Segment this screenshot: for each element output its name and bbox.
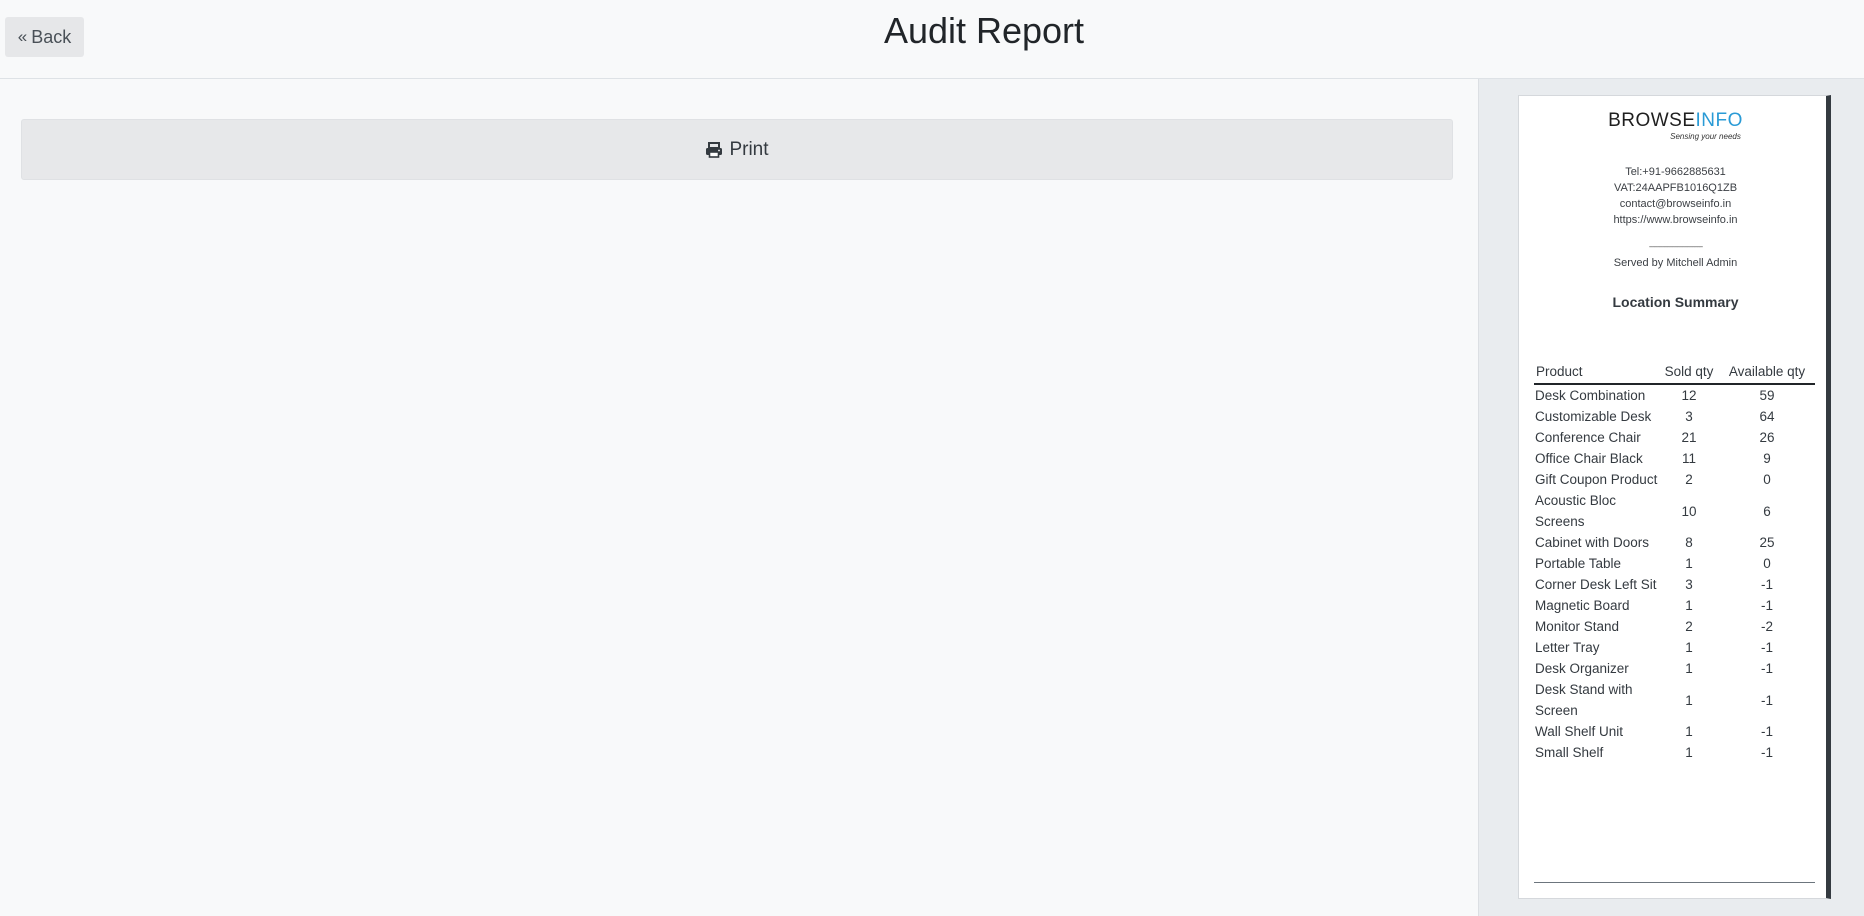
table-header-row: Product Sold qty Available qty	[1534, 358, 1815, 385]
product-name-cell: Desk Organizer	[1535, 661, 1629, 676]
table-body: Desk Combination 12 59 Customizable Desk 3 64…	[1534, 384, 1815, 763]
product-name-cell: Desk Combination	[1535, 388, 1646, 403]
sold-qty-cell: 12	[1681, 388, 1697, 403]
back-button[interactable]: « Back	[5, 17, 84, 57]
product-name-cell: Wall Shelf Unit	[1535, 724, 1624, 739]
product-name-cell: Portable Table	[1535, 556, 1622, 571]
product-name-cell: Gift Coupon Product	[1535, 472, 1658, 487]
product-name-cell: Corner Desk Left Sit	[1535, 577, 1657, 592]
available-qty-cell: -2	[1760, 619, 1773, 634]
table-row: Conference Chair 21 26	[1534, 427, 1815, 448]
sold-qty-cell: 1	[1685, 556, 1693, 571]
company-tel: Tel:+91-9662885631	[1625, 166, 1726, 178]
company-email: contact@browseinfo.in	[1619, 198, 1732, 210]
sold-qty-cell: 1	[1685, 745, 1693, 760]
sold-qty-cell: 1	[1685, 661, 1693, 676]
print-button-label: Print	[729, 138, 769, 160]
location-summary-title: Location Summary	[1612, 294, 1739, 310]
product-name-cell: Monitor Stand	[1535, 619, 1620, 634]
table-row: Small Shelf 1 -1	[1534, 742, 1815, 763]
available-qty-cell: 0	[1763, 556, 1771, 571]
available-qty-cell: -1	[1760, 598, 1773, 613]
table-row: Acoustic Bloc Screens 10 6	[1534, 490, 1815, 532]
table-row: Desk Stand with Screen 1 -1	[1534, 679, 1815, 721]
product-name-cell: Customizable Desk	[1535, 409, 1652, 424]
table-row: Customizable Desk 3 64	[1534, 406, 1815, 427]
sold-qty-cell: 1	[1685, 724, 1693, 739]
sold-qty-cell: 2	[1685, 619, 1693, 634]
table-row: Letter Tray 1 -1	[1534, 637, 1815, 658]
sold-qty-cell: 1	[1685, 598, 1693, 613]
product-name-cell: Cabinet with Doors	[1535, 535, 1650, 550]
table-row: Office Chair Black 11 9	[1534, 448, 1815, 469]
company-contact: Tel:+91-9662885631 VAT:24AAPFB1016Q1ZB c…	[1519, 164, 1832, 228]
sold-qty-cell: 21	[1681, 430, 1697, 445]
double-chevron-left-icon: «	[17, 26, 28, 46]
table-row: Desk Organizer 1 -1	[1534, 658, 1815, 679]
product-name-cell: Desk Stand with Screen	[1535, 682, 1633, 718]
available-qty-cell: -1	[1760, 640, 1773, 655]
product-name-cell: Letter Tray	[1535, 640, 1600, 655]
sold-qty-cell: 10	[1681, 503, 1697, 519]
sold-qty-cell: 3	[1685, 409, 1693, 424]
available-qty-cell: -1	[1760, 692, 1773, 708]
logo-text-info: INFO	[1695, 110, 1743, 131]
available-qty-cell: -1	[1760, 577, 1773, 592]
company-vat: VAT:24AAPFB1016Q1ZB	[1613, 182, 1738, 194]
sold-qty-cell: 8	[1685, 535, 1693, 550]
available-qty-cell: 26	[1759, 430, 1775, 445]
available-qty-cell: -1	[1760, 745, 1773, 760]
column-header-product: Product	[1534, 358, 1659, 385]
sold-qty-cell: 11	[1681, 451, 1696, 466]
table-row: Wall Shelf Unit 1 -1	[1534, 721, 1815, 742]
available-qty-cell: -1	[1760, 724, 1773, 739]
separator: --------------------------------	[1648, 242, 1703, 251]
back-button-label: Back	[31, 26, 72, 47]
table-row: Portable Table 1 0	[1534, 553, 1815, 574]
receipt-preview: BROWSEINFO Sensing your needs Tel:+91-96…	[1518, 95, 1831, 899]
available-qty-cell: -1	[1760, 661, 1773, 676]
served-by: Served by Mitchell Admin	[1613, 257, 1738, 269]
sold-qty-cell: 1	[1685, 640, 1693, 655]
available-qty-cell: 59	[1759, 388, 1775, 403]
bottom-divider	[1534, 882, 1815, 883]
sold-qty-cell: 3	[1685, 577, 1693, 592]
table-row: Monitor Stand 2 -2	[1534, 616, 1815, 637]
table-row: Corner Desk Left Sit 3 -1	[1534, 574, 1815, 595]
company-logo: BROWSEINFO Sensing your needs	[1519, 110, 1832, 142]
logo-tagline: Sensing your needs	[1670, 132, 1741, 141]
available-qty-cell: 6	[1763, 503, 1771, 519]
product-name-cell: Office Chair Black	[1535, 451, 1643, 466]
sold-qty-cell: 2	[1685, 472, 1693, 487]
table-row: Cabinet with Doors 8 25	[1534, 532, 1815, 553]
table-row: Gift Coupon Product 2 0	[1534, 469, 1815, 490]
page-title: Audit Report	[883, 10, 1085, 51]
sold-qty-cell: 1	[1685, 692, 1693, 708]
top-bar: « Back Audit Report	[0, 0, 1864, 79]
product-name-cell: Acoustic Bloc Screens	[1535, 493, 1617, 529]
column-header-sold-qty: Sold qty	[1659, 358, 1719, 385]
company-website: https://www.browseinfo.in	[1613, 214, 1738, 226]
location-summary-table: Product Sold qty Available qty Desk Comb…	[1534, 358, 1815, 763]
available-qty-cell: 9	[1763, 451, 1771, 466]
left-pane: Print	[0, 79, 1478, 916]
printer-icon	[706, 141, 723, 158]
available-qty-cell: 64	[1759, 409, 1775, 424]
product-name-cell: Magnetic Board	[1535, 598, 1630, 613]
table-row: Magnetic Board 1 -1	[1534, 595, 1815, 616]
print-button[interactable]: Print	[21, 119, 1453, 180]
column-header-available-qty: Available qty	[1719, 358, 1815, 385]
product-name-cell: Small Shelf	[1535, 745, 1604, 760]
available-qty-cell: 0	[1763, 472, 1771, 487]
product-name-cell: Conference Chair	[1535, 430, 1641, 445]
table-row: Desk Combination 12 59	[1534, 384, 1815, 406]
logo-text-browse: BROWSE	[1608, 110, 1696, 131]
available-qty-cell: 25	[1759, 535, 1775, 550]
